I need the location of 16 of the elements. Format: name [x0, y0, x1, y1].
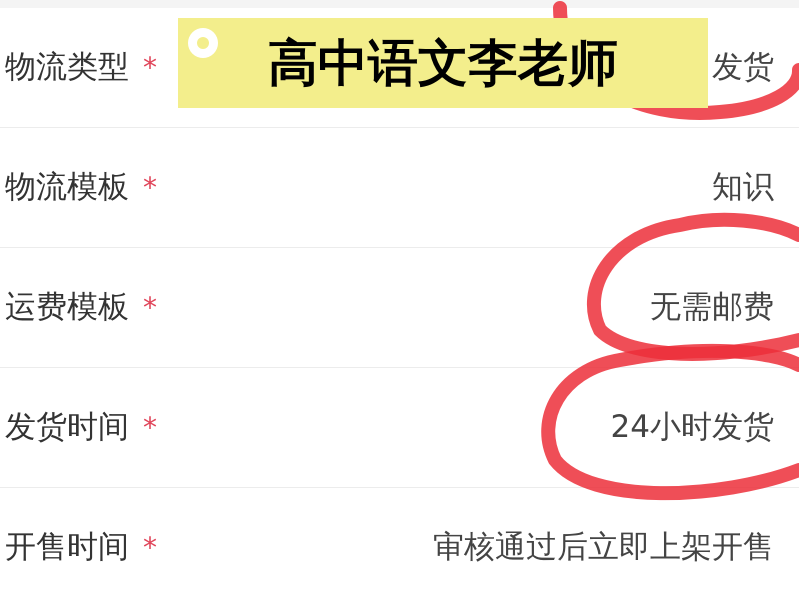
- banner-text: 高中语文李老师: [268, 32, 618, 94]
- field-value[interactable]: 24小时发货: [610, 404, 774, 451]
- field-value[interactable]: 知识: [712, 164, 774, 211]
- required-asterisk: *: [143, 530, 157, 566]
- field-label: 运费模板: [5, 288, 129, 328]
- required-asterisk: *: [143, 50, 157, 86]
- field-label: 物流模板: [5, 168, 129, 208]
- field-value[interactable]: 审核通过后立即上架开售: [433, 524, 774, 571]
- field-label: 物流类型: [5, 48, 129, 88]
- field-value[interactable]: 无需邮费: [650, 284, 774, 331]
- required-asterisk: *: [143, 410, 157, 446]
- field-label: 开售时间: [5, 528, 129, 568]
- field-label: 发货时间: [5, 408, 129, 448]
- field-value[interactable]: 发货: [712, 44, 774, 91]
- required-asterisk: *: [143, 170, 157, 206]
- required-asterisk: *: [143, 290, 157, 326]
